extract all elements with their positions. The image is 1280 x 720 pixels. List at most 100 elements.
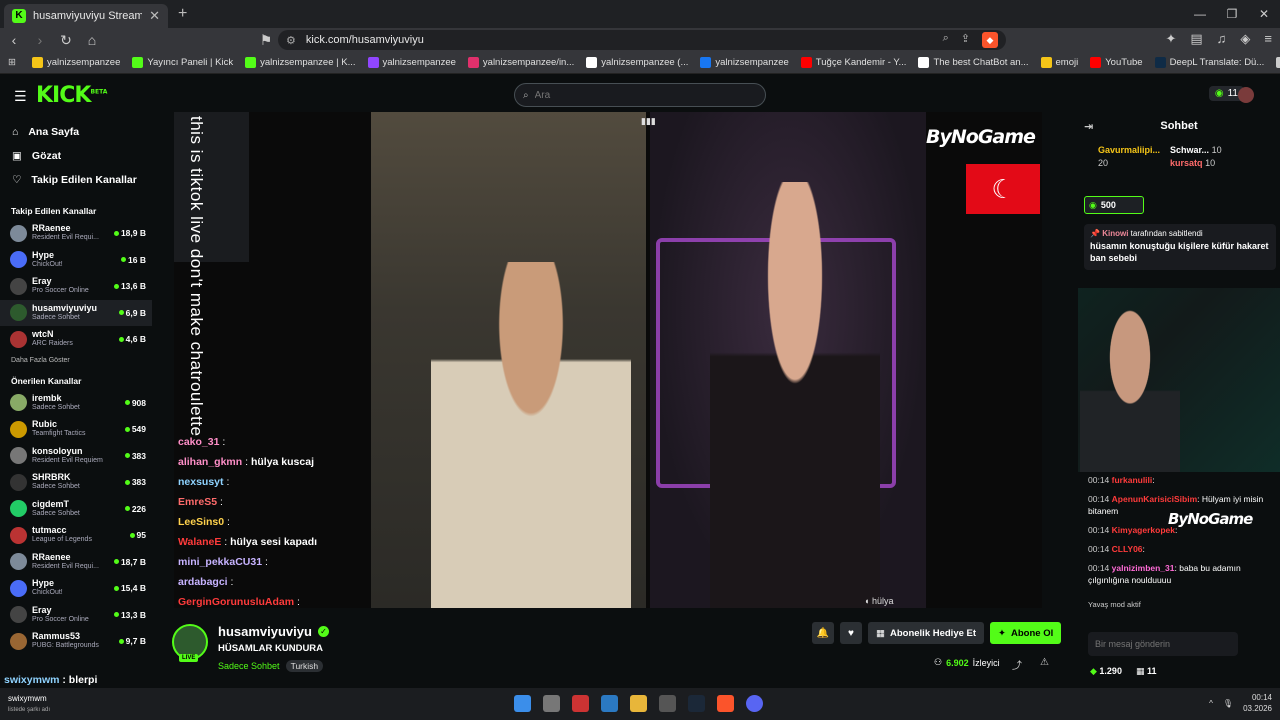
browser-tab[interactable]: K husamviyuviyu Stream - Watch ✕ xyxy=(4,4,168,28)
search-input[interactable] xyxy=(534,89,735,101)
chat-message[interactable]: 00:14 CLLY06: xyxy=(1088,543,1278,555)
chat-message[interactable]: 00:14 yalnizimben_31: baba bu adamın çıl… xyxy=(1088,562,1278,586)
forward-icon[interactable]: › xyxy=(32,32,48,48)
sidebar-nav-item[interactable]: ♡ Takip Edilen Kanallar xyxy=(12,168,152,192)
channel-name: RRaenee xyxy=(32,551,71,562)
streamer-name[interactable]: husamviyuviyu xyxy=(218,624,312,639)
leader-3[interactable]: kursatq 10 xyxy=(1170,157,1222,170)
gift-sub-button[interactable]: ▦ Abonelik Hediye Et xyxy=(868,622,985,644)
sidebar-channel[interactable]: konsoloyun Resident Evil Requiem 383 xyxy=(0,443,152,470)
sidebar-channel[interactable]: Eray Pro Soccer Online 13,3 B xyxy=(0,602,152,629)
share-stream-icon[interactable]: ⤴ xyxy=(1012,657,1022,672)
apps-icon[interactable]: ⊞ xyxy=(8,57,16,68)
mic-icon[interactable]: 🎙 xyxy=(1223,699,1233,708)
app-icon[interactable] xyxy=(572,695,589,712)
bookmark-icon[interactable]: ⚑ xyxy=(258,32,274,49)
notification-bell-icon[interactable]: 🔔 xyxy=(812,622,834,644)
user-avatar[interactable] xyxy=(1238,87,1254,103)
discord-icon[interactable] xyxy=(746,695,763,712)
report-icon[interactable]: ⚠ xyxy=(1040,657,1049,672)
sidebar-channel[interactable]: Rammus53 PUBG: Battlegrounds 9,7 B xyxy=(0,628,152,655)
sidebar-channel[interactable]: irembk Sadece Sohbet 908 xyxy=(0,390,152,417)
sidebar-icon[interactable]: ▤ xyxy=(1190,31,1202,47)
bookmark-item[interactable]: Tuğçe Kandemir - Y... xyxy=(795,57,913,68)
bookmark-item[interactable]: yalnizsempanzee (... xyxy=(580,57,694,68)
sidebar-channel[interactable]: SHRBRK Sadece Sohbet 383 xyxy=(0,469,152,496)
chat-message[interactable]: 00:14 furkanulili: xyxy=(1088,474,1278,486)
close-window-icon[interactable]: ✕ xyxy=(1248,0,1280,28)
url-field[interactable]: ⚙ kick.com/husamviyuviyu ⌕ ⇪ ◆ xyxy=(278,30,1006,50)
sidebar-channel[interactable]: RRaenee Resident Evil Requi... 18,9 B xyxy=(0,220,152,247)
file-explorer-icon[interactable] xyxy=(630,695,647,712)
bookmark-item[interactable]: yalnizsempanzee xyxy=(362,57,462,68)
sidebar-channel[interactable]: RRaenee Resident Evil Requi... 18,7 B xyxy=(0,549,152,576)
brave-icon[interactable] xyxy=(717,695,734,712)
leader-1[interactable]: Gavurmaliipi... 20 xyxy=(1098,144,1160,170)
brave-shield-icon[interactable]: ◆ xyxy=(982,32,998,48)
sidebar-channel[interactable]: Rubic Teamfight Tactics 549 xyxy=(0,416,152,443)
bookmark-item[interactable]: The best ChatBot an... xyxy=(912,57,1034,68)
zoom-icon[interactable]: ⌕ xyxy=(943,32,949,48)
subscribe-button[interactable]: ✦ Abone Ol xyxy=(990,622,1062,644)
back-icon[interactable]: ‹ xyxy=(6,32,22,48)
app-icon[interactable] xyxy=(659,695,676,712)
gift-amount-badge[interactable]: ◉ 500 xyxy=(1084,196,1144,214)
bookmark-item[interactable]: emoji xyxy=(1035,57,1085,68)
sidebar-nav-item[interactable]: ▣ Gözat xyxy=(12,144,152,168)
chat-message[interactable]: 00:14 Kimyagerkopek: xyxy=(1088,524,1278,536)
minimize-icon[interactable]: — xyxy=(1184,0,1216,28)
sidebar-channel[interactable]: Eray Pro Soccer Online 13,6 B xyxy=(0,273,152,300)
pinned-message[interactable]: 📌 Kinowi tarafından sabitlendi hüsamın k… xyxy=(1084,224,1276,270)
kick-logo[interactable]: KICKBETA xyxy=(36,83,107,108)
wallet-icon[interactable]: ◈ xyxy=(1240,31,1250,47)
bookmark-item[interactable]: Yayıncı Paneli | Kick xyxy=(126,57,239,68)
bookmark-item[interactable]: yalnizsempanzee | K... xyxy=(239,57,361,68)
sidebar-nav-item[interactable]: ⌂ Ana Sayfa xyxy=(12,120,152,144)
chat-input[interactable] xyxy=(1095,639,1235,649)
sidebar-channel[interactable]: Hype ChickOut! 16 B xyxy=(0,247,152,274)
extensions-icon[interactable]: ✦ xyxy=(1165,31,1176,47)
new-tab-button[interactable]: + xyxy=(178,5,187,23)
chat-message[interactable]: 00:14 ApenunKarisiciSibim: Hülyam iyi mi… xyxy=(1088,493,1278,517)
steam-icon[interactable] xyxy=(688,695,705,712)
site-info-icon[interactable]: ⚙ xyxy=(286,34,296,47)
home-icon[interactable]: ⌂ xyxy=(84,32,100,48)
close-tab-icon[interactable]: ✕ xyxy=(149,8,160,24)
maximize-icon[interactable]: ❐ xyxy=(1216,0,1248,28)
clock[interactable]: 00:14 03.2026 xyxy=(1243,692,1272,714)
bookmark-item[interactable]: DeepL Translate: Dü... xyxy=(1149,57,1271,68)
follow-heart-icon[interactable]: ♥ xyxy=(840,622,862,644)
sidebar-channel[interactable]: tutmacc League of Legends 95 xyxy=(0,522,152,549)
task-view-icon[interactable] xyxy=(543,695,560,712)
leader-2[interactable]: Schwar... 10 xyxy=(1170,144,1222,157)
sidebar-channel[interactable]: cigdemT Sadece Sohbet 226 xyxy=(0,496,152,523)
sidebar-channel[interactable]: husamviyuviyu Sadece Sohbet 6,9 B xyxy=(0,299,152,326)
search-box[interactable]: ⌕ xyxy=(514,83,766,107)
balance[interactable]: ◆ 1.290 xyxy=(1090,666,1122,677)
bookmark-item[interactable]: Canlı Yayın İçerikleri xyxy=(1270,57,1280,68)
sidebar-channel[interactable]: wtcN ARC Raiders 4,6 B xyxy=(0,326,152,353)
badge-count[interactable]: ▦ 11 xyxy=(1136,666,1157,677)
language-tag[interactable]: Turkish xyxy=(285,660,324,672)
tray-chevron-icon[interactable]: ^ xyxy=(1209,699,1213,708)
show-more-button[interactable]: Daha Fazla Göster xyxy=(0,353,152,368)
stream-category[interactable]: Sadece Sohbet xyxy=(218,661,280,671)
share-icon[interactable]: ⇪ xyxy=(961,32,970,48)
taskbar-user[interactable]: swixymwm listede şarkı adı xyxy=(8,694,50,715)
video-player[interactable]: this is tiktok live don't make chatroule… xyxy=(174,112,1042,608)
bookmark-item[interactable]: yalnizsempanzee xyxy=(694,57,794,68)
music-icon[interactable]: ♫ xyxy=(1217,31,1227,47)
collapse-chat-icon[interactable]: ⇥ xyxy=(1084,120,1093,133)
sidebar-channel[interactable]: Hype ChickOut! 15,4 B xyxy=(0,575,152,602)
bookmark-item[interactable]: yalnizsempanzee/in... xyxy=(462,57,580,68)
channel-name: Hype xyxy=(32,249,55,260)
bookmark-item[interactable]: yalnizsempanzee xyxy=(26,57,126,68)
app-icon[interactable] xyxy=(601,695,618,712)
menu-icon[interactable]: ≡ xyxy=(1264,31,1272,47)
channel-category: Sadece Sohbet xyxy=(32,403,80,411)
chat-input-box[interactable] xyxy=(1088,632,1238,656)
windows-start-icon[interactable] xyxy=(514,695,531,712)
bookmark-item[interactable]: YouTube xyxy=(1084,57,1148,68)
hamburger-menu-icon[interactable]: ☰ xyxy=(14,88,27,105)
reload-icon[interactable]: ↻ xyxy=(58,32,74,49)
